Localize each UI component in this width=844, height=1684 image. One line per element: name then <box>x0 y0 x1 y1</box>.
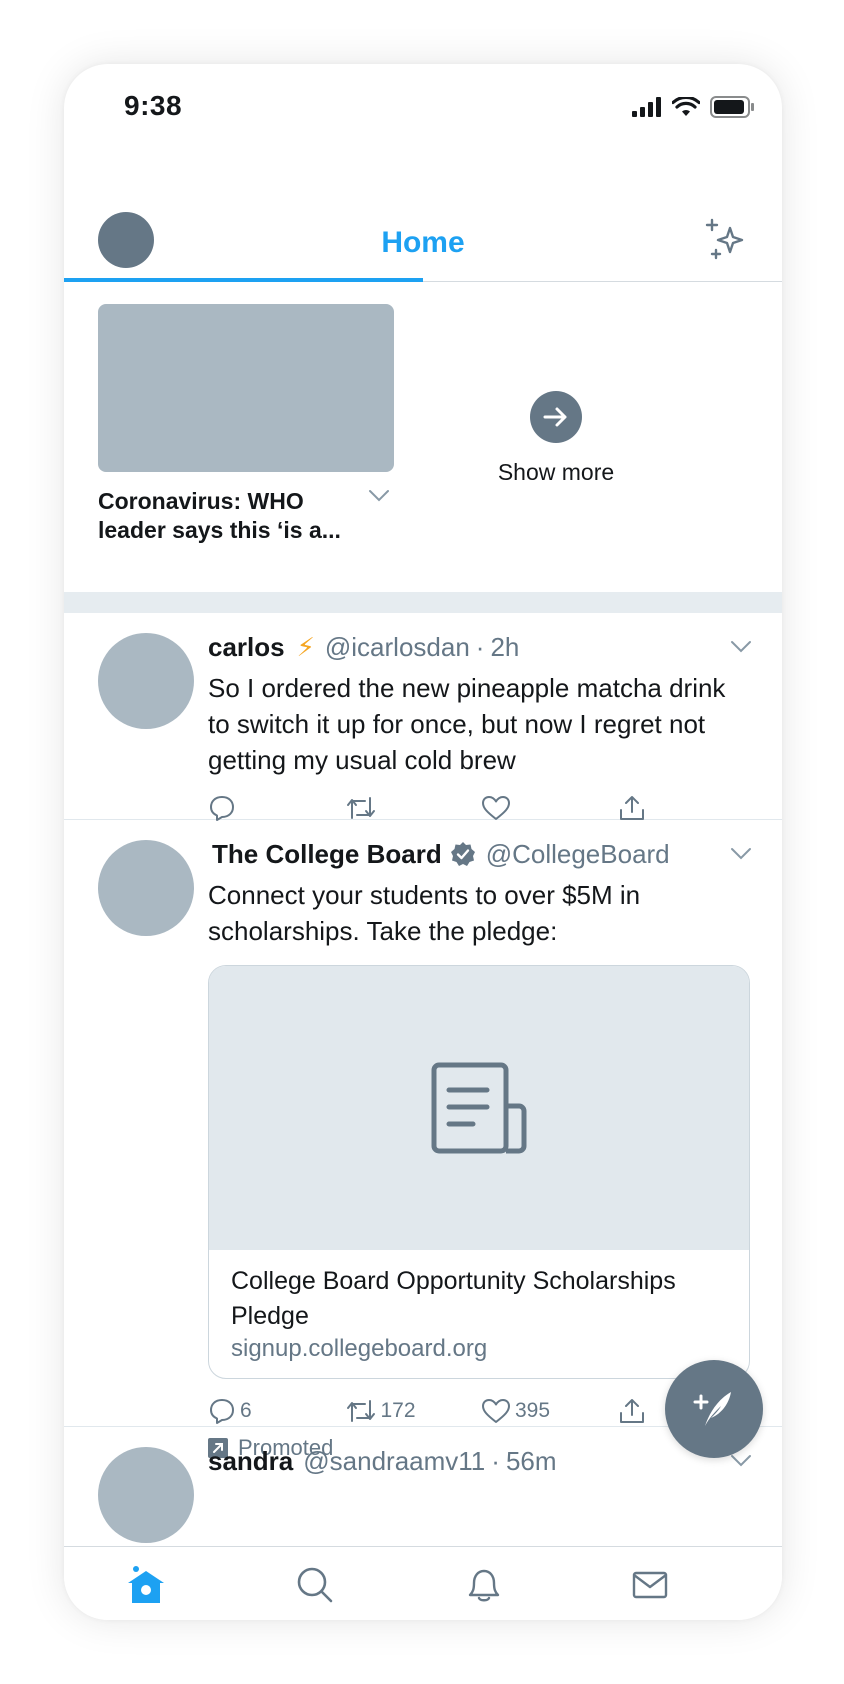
search-icon <box>297 1567 333 1603</box>
tweet-author-handle[interactable]: @CollegeBoard <box>486 839 670 870</box>
tweet-timestamp: 56m <box>505 1445 557 1476</box>
link-card[interactable]: College Board Opportunity Scholarships P… <box>208 965 750 1379</box>
compose-tweet-button[interactable] <box>665 1360 763 1458</box>
chevron-down-icon[interactable] <box>368 489 390 503</box>
avatar[interactable] <box>98 840 194 936</box>
share-icon <box>619 1399 644 1423</box>
battery-icon <box>710 96 754 118</box>
reply-button[interactable]: 6 <box>208 1397 345 1425</box>
card-url: signup.collegeboard.org <box>231 1335 488 1362</box>
like-button[interactable] <box>481 794 618 822</box>
avatar[interactable] <box>98 633 194 729</box>
like-icon <box>482 1399 510 1423</box>
top-nav-header: Home <box>64 144 782 282</box>
news-image[interactable] <box>98 304 394 472</box>
tab-messages[interactable] <box>620 1547 680 1620</box>
signal-icon <box>632 97 661 117</box>
card-image <box>209 966 749 1250</box>
tweet[interactable]: carlos ⚡ @icarlosdan · 2h So I ordered t… <box>64 613 782 822</box>
tweet-author-name[interactable]: The College Board <box>212 839 442 870</box>
tweet-text: Connect your students to over $5M in sch… <box>208 880 641 946</box>
news-title[interactable]: Coronavirus: WHO leader says this ‘is a.… <box>98 487 366 545</box>
like-count: 395 <box>515 1399 551 1422</box>
mail-icon <box>632 1571 668 1599</box>
arrow-right-icon <box>543 407 567 427</box>
compose-icon <box>693 1392 731 1426</box>
tab-home[interactable] <box>116 1547 176 1620</box>
section-divider <box>64 592 782 613</box>
retweet-icon <box>346 1400 375 1422</box>
card-title: College Board Opportunity Scholarships P… <box>231 1267 676 1330</box>
chevron-down-icon[interactable] <box>730 640 752 654</box>
wifi-icon <box>672 97 700 116</box>
tweet-header: sandra @sandraamv11 · 56m <box>208 1444 754 1478</box>
status-icons <box>632 96 754 118</box>
retweet-button[interactable]: 172 <box>345 1397 482 1425</box>
tab-search[interactable] <box>285 1547 345 1620</box>
show-more-label[interactable]: Show more <box>444 459 668 486</box>
like-button[interactable]: 395 <box>481 1397 618 1425</box>
home-tab-indicator <box>64 278 423 282</box>
page-title: Home <box>381 226 465 259</box>
home-icon <box>128 1566 164 1603</box>
show-more-button[interactable] <box>530 391 582 443</box>
chevron-down-icon[interactable] <box>730 847 752 861</box>
phone-screen: 9:38 Home Coronavirus: WHO leader says t… <box>64 64 782 1620</box>
status-time: 9:38 <box>124 90 183 121</box>
tweet-timestamp: 2h <box>490 631 520 662</box>
tweet-author-name[interactable]: carlos <box>208 632 285 663</box>
reply-icon <box>210 796 234 821</box>
reply-count: 6 <box>240 1399 252 1422</box>
retweet-button[interactable] <box>345 794 482 822</box>
tweet-text: So I ordered the new pineapple matcha dr… <box>208 673 726 775</box>
document-icon <box>431 1062 527 1154</box>
reply-button[interactable] <box>208 794 345 822</box>
tweet-header: carlos ⚡ @icarlosdan · 2h <box>208 630 754 664</box>
retweet-count: 172 <box>380 1399 416 1422</box>
tweet-author-handle[interactable]: @sandraamv11 <box>303 1446 485 1477</box>
share-button[interactable] <box>618 794 755 822</box>
tweet-header: The College Board @CollegeBoard <box>208 837 754 871</box>
card-text: College Board Opportunity Scholarships P… <box>209 1250 749 1378</box>
tweet-author-handle[interactable]: @icarlosdan <box>325 632 470 663</box>
share-icon <box>619 796 644 820</box>
status-bar: 9:38 <box>64 64 782 144</box>
verified-icon <box>450 842 475 866</box>
separator-dot: · <box>491 1445 500 1476</box>
avatar[interactable] <box>98 1447 194 1543</box>
news-carousel: Coronavirus: WHO leader says this ‘is a.… <box>64 283 782 592</box>
like-icon <box>482 796 510 820</box>
bottom-tab-bar <box>64 1546 782 1620</box>
tab-notifications[interactable] <box>454 1547 514 1620</box>
retweet-icon <box>346 797 375 819</box>
reply-icon <box>210 1399 234 1424</box>
tweet-author-name[interactable]: sandra <box>208 1446 293 1477</box>
bell-icon <box>468 1569 500 1602</box>
separator-dot: · <box>475 631 485 662</box>
sparkle-icon[interactable] <box>704 218 748 262</box>
chevron-down-icon[interactable] <box>730 1454 752 1468</box>
lightning-emoji: ⚡ <box>296 631 315 662</box>
tweet[interactable]: sandra @sandraamv11 · 56m <box>64 1427 782 1546</box>
promoted-tweet[interactable]: The College Board @CollegeBoard Connect … <box>64 820 782 1460</box>
